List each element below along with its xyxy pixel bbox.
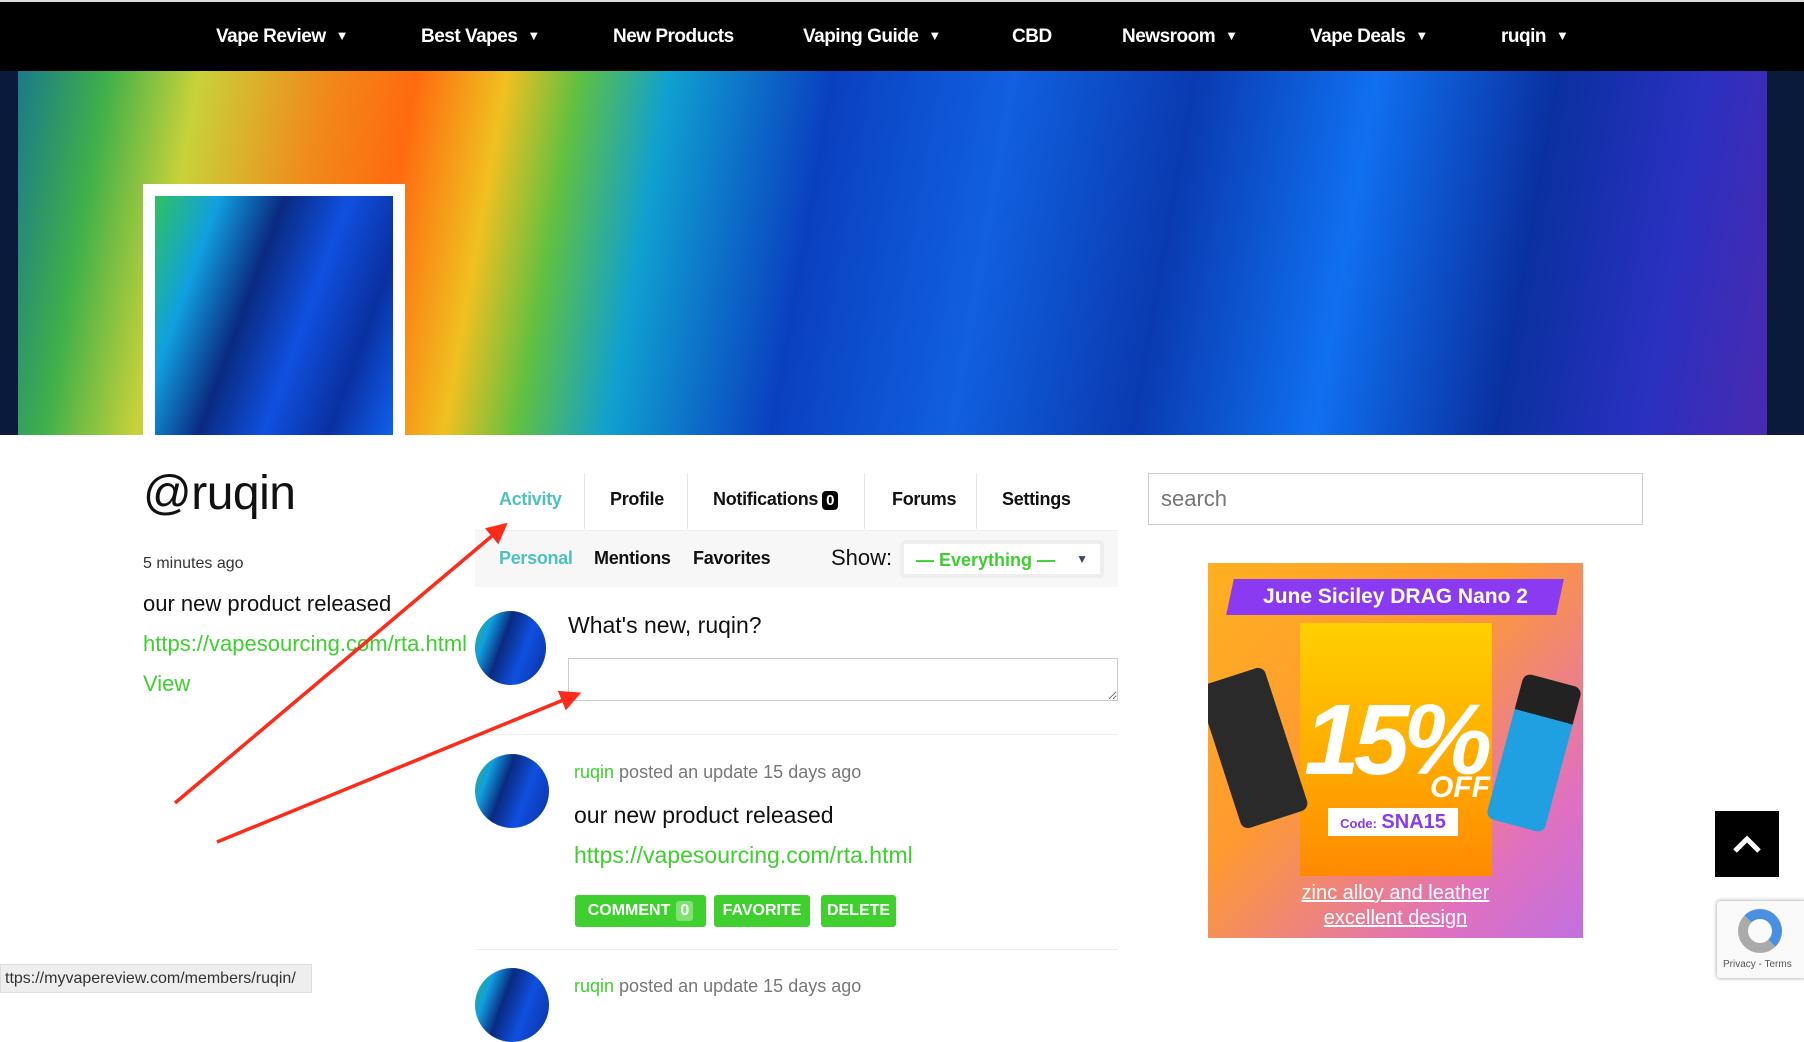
nav-newsroom[interactable]: Newsroom ▼ (1122, 26, 1238, 48)
favorite-button[interactable]: FAVORITE (714, 895, 810, 927)
show-filter-select[interactable]: — Everything — ▼ (900, 540, 1104, 578)
caret-down-icon: ▼ (335, 28, 349, 43)
divider (475, 949, 1118, 950)
recaptcha-links[interactable]: Privacy - Terms (1723, 959, 1792, 970)
ad-title: June Siciley DRAG Nano 2 (1263, 585, 1528, 608)
nav-user-menu[interactable]: ruqin ▼ (1501, 26, 1569, 48)
activity-user-link[interactable]: ruqin (574, 976, 614, 996)
tab-divider (687, 473, 688, 529)
tab-divider (864, 473, 865, 529)
activity-text: our new product released (574, 802, 834, 828)
ad-code: SNA15 (1381, 811, 1446, 833)
top-navigation: Vape Review ▼ Best Vapes ▼ New Products Va… (0, 0, 1804, 71)
nav-vape-deals[interactable]: Vape Deals ▼ (1310, 26, 1428, 48)
activity-link[interactable]: https://vapesourcing.com/rta.html (574, 842, 913, 869)
nav-label: Best Vapes (421, 26, 518, 47)
select-value: — Everything — (916, 550, 1056, 570)
delete-button[interactable]: DELETE (821, 895, 896, 927)
nav-label: Vaping Guide (803, 26, 919, 47)
recaptcha-badge[interactable]: Privacy - Terms (1717, 901, 1804, 978)
activity-user-link[interactable]: ruqin (574, 762, 614, 782)
nav-label: ruqin (1501, 26, 1547, 47)
divider (475, 734, 1118, 735)
tab-forums[interactable]: Forums (892, 489, 957, 510)
profile-username: @ruqin (143, 467, 296, 520)
show-label: Show: (831, 545, 893, 570)
tab-label: Notifications (713, 489, 819, 509)
tab-divider (584, 473, 585, 529)
nav-label: Vape Deals (1310, 26, 1406, 47)
avatar[interactable] (475, 754, 549, 828)
notification-count-badge: 0 (822, 491, 839, 510)
ad-off: OFF (1430, 771, 1490, 804)
latest-update-link[interactable]: https://vapesourcing.com/rta.html (143, 631, 478, 657)
chevron-down-icon: ▼ (1076, 552, 1088, 566)
tab-settings[interactable]: Settings (1002, 489, 1071, 510)
chevron-up-icon (1733, 835, 1761, 853)
ad-banner[interactable]: June Siciley DRAG Nano 2 15% OFF Code: S… (1208, 563, 1583, 938)
comment-count: 0 (676, 901, 694, 921)
latest-update-text: our new product released (143, 591, 392, 616)
tab-notifications[interactable]: Notifications 0 (713, 489, 839, 510)
nav-vaping-guide[interactable]: Vaping Guide ▼ (803, 26, 941, 48)
ad-code-box: Code: SNA15 (1328, 808, 1458, 836)
avatar[interactable] (475, 968, 549, 1042)
tab-activity[interactable]: Activity (499, 489, 562, 510)
nav-new-products[interactable]: New Products (613, 26, 734, 48)
caret-down-icon: ▼ (1556, 28, 1569, 43)
activity-action: posted an update 15 days ago (619, 976, 862, 996)
status-bar-url: ttps://myvapereview.com/members/ruqin/ (0, 964, 312, 993)
nav-label: Vape Review (216, 26, 326, 47)
back-to-top-button[interactable] (1715, 811, 1779, 877)
nav-vape-review[interactable]: Vape Review ▼ (216, 26, 349, 48)
ad-line1: zinc alloy and leather (1301, 882, 1490, 904)
search-input[interactable] (1148, 473, 1643, 525)
activity-header: ruqin posted an update 15 days ago (574, 976, 861, 997)
caret-down-icon: ▼ (1415, 28, 1428, 43)
comment-button[interactable]: COMMENT 0 (575, 895, 706, 927)
caret-down-icon: ▼ (928, 28, 941, 43)
vape-device-blue (1485, 672, 1583, 834)
post-prompt: What's new, ruqin? (568, 612, 762, 638)
subnav-personal[interactable]: Personal (499, 548, 573, 569)
recaptcha-icon (1738, 909, 1782, 953)
nav-best-vapes[interactable]: Best Vapes ▼ (421, 26, 540, 48)
nav-label: Newsroom (1122, 26, 1216, 47)
ad-code-label: Code: (1340, 816, 1377, 831)
view-link[interactable]: View (143, 671, 190, 697)
button-label: COMMENT (587, 902, 671, 919)
activity-action: posted an update 15 days ago (619, 762, 862, 782)
tab-divider (976, 473, 977, 529)
whats-new-textarea[interactable] (568, 658, 1118, 701)
nav-label: CBD (1012, 26, 1052, 47)
caret-down-icon: ▼ (527, 28, 540, 43)
tab-profile[interactable]: Profile (610, 489, 664, 510)
subnav-favorites[interactable]: Favorites (693, 548, 771, 569)
last-active: 5 minutes ago (143, 555, 244, 572)
nav-label: New Products (613, 26, 734, 47)
profile-avatar[interactable] (143, 184, 405, 435)
nav-cbd[interactable]: CBD (1012, 26, 1052, 48)
ad-line2: excellent design (1323, 907, 1468, 929)
activity-header: ruqin posted an update 15 days ago (574, 762, 861, 783)
avatar[interactable] (475, 611, 546, 685)
caret-down-icon: ▼ (1225, 28, 1238, 43)
vape-device-black (1208, 665, 1310, 831)
subnav-mentions[interactable]: Mentions (594, 548, 671, 569)
